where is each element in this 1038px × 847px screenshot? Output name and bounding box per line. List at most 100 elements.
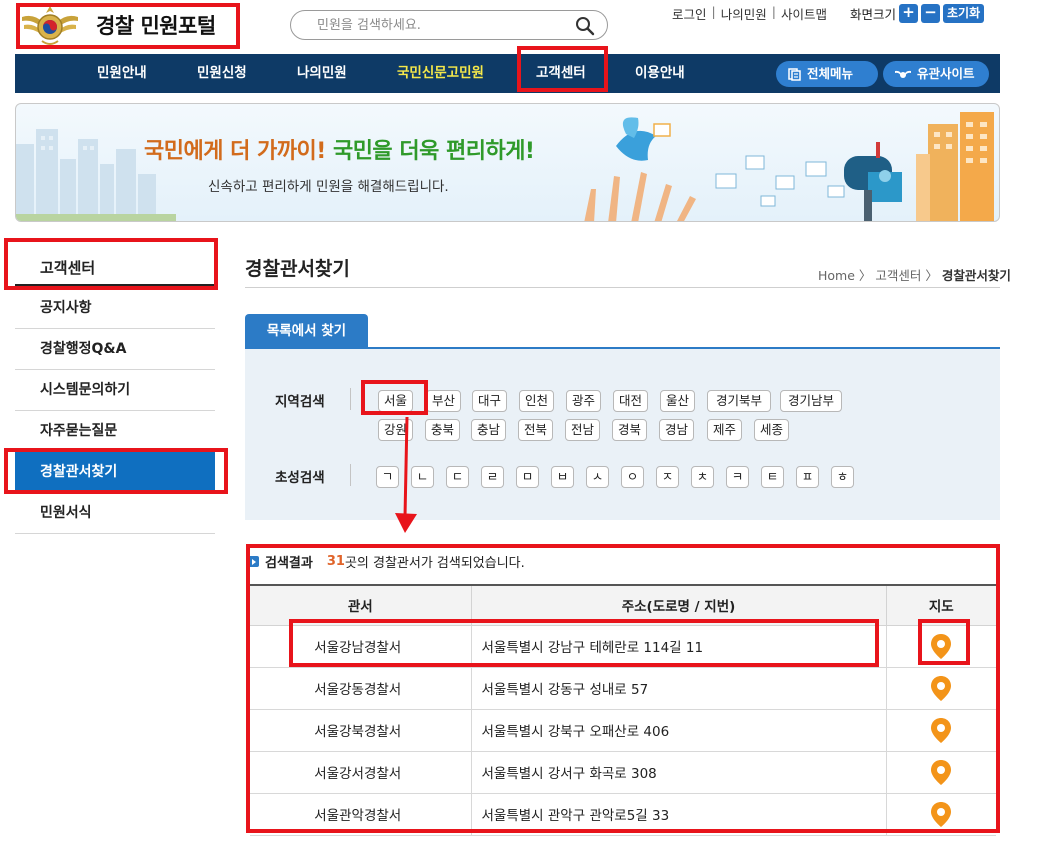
column-header-station: 관서 [250, 584, 472, 626]
station-name[interactable]: 서울강북경찰서 [250, 708, 472, 752]
initial-t[interactable]: ㅌ [761, 466, 784, 488]
region-seoul[interactable]: 서울 [378, 390, 413, 412]
sidebar-item-notices[interactable]: 공지사항 [15, 288, 215, 329]
nav-item-apply[interactable]: 민원신청 [197, 54, 247, 93]
map-cell [885, 624, 996, 668]
hero-banner: 국민에게 더 가까이! 국민을 더욱 편리하게! 신속하고 편리하게 민원을 해… [15, 103, 1000, 222]
sidebar-item-forms[interactable]: 민원서식 [15, 493, 215, 534]
sidebar-item-faq[interactable]: 자주묻는질문 [15, 411, 215, 452]
initial-ch[interactable]: ㅊ [691, 466, 714, 488]
main-nav: 민원안내 민원신청 나의민원 국민신문고민원 고객센터 이용안내 전체메뉴 유관… [15, 54, 1000, 93]
my-petitions-link[interactable]: 나의민원 [721, 4, 767, 23]
banner-title-part2: 국민을 더욱 편리하게! [332, 139, 535, 164]
police-emblem-icon [20, 3, 80, 47]
region-jeonnam[interactable]: 전남 [565, 419, 600, 441]
nav-item-epeople[interactable]: 국민신문고민원 [397, 54, 484, 93]
search-icon[interactable] [575, 16, 595, 36]
bullet-icon [248, 556, 259, 567]
results-label: 검색결과 [265, 556, 313, 571]
logo-text: 경찰 민원포털 [96, 14, 216, 38]
nav-item-customer-center[interactable]: 고객센터 [536, 54, 586, 93]
station-name[interactable]: 서울관악경찰서 [250, 792, 472, 836]
station-address: 서울특별시 강동구 성내로 57 [470, 666, 887, 710]
initial-r[interactable]: ㄹ [481, 466, 504, 488]
emblem-icon [895, 70, 911, 78]
initial-search-label: 초성검색 [275, 470, 325, 486]
filter-panel: 지역검색 서울 부산 대구 인천 광주 대전 울산 경기북부 경기남부 강원 충… [245, 349, 1000, 520]
font-decrease-button[interactable]: − [921, 4, 941, 23]
breadcrumb-separator: 〉 [925, 268, 938, 283]
sidebar-item-qna[interactable]: 경찰행정Q&A [15, 329, 215, 370]
results-suffix: 곳의 경찰관서가 검색되었습니다. [344, 556, 525, 571]
initial-s[interactable]: ㅅ [586, 466, 609, 488]
initial-j[interactable]: ㅈ [656, 466, 679, 488]
map-pin-icon[interactable] [930, 717, 952, 744]
region-daegu[interactable]: 대구 [472, 390, 507, 412]
font-reset-button[interactable]: 초기화 [943, 4, 985, 23]
initial-d[interactable]: ㄷ [446, 466, 469, 488]
region-incheon[interactable]: 인천 [519, 390, 554, 412]
region-jeonbuk[interactable]: 전북 [518, 419, 553, 441]
related-sites-label: 유관사이트 [917, 66, 975, 81]
nav-item-my-petitions[interactable]: 나의민원 [297, 54, 347, 93]
sidebar-item-find-station[interactable]: 경찰관서찾기 [15, 452, 215, 493]
station-name[interactable]: 서울강동경찰서 [250, 666, 472, 710]
station-name[interactable]: 서울강서경찰서 [250, 750, 472, 794]
region-gyeonggi-north[interactable]: 경기북부 [707, 390, 771, 412]
region-search-label: 지역검색 [275, 394, 325, 410]
nav-item-guide[interactable]: 민원안내 [97, 54, 147, 93]
region-gyeongnam[interactable]: 경남 [659, 419, 694, 441]
breadcrumb-current: 경찰관서찾기 [941, 268, 1011, 283]
map-cell [885, 792, 996, 836]
tab-list-search[interactable]: 목록에서 찾기 [245, 314, 368, 348]
sidebar-item-system-inquiry[interactable]: 시스템문의하기 [15, 370, 215, 411]
title-divider [245, 287, 1000, 288]
search-bar[interactable] [290, 10, 608, 40]
sidebar-heading[interactable]: 고객센터 [15, 240, 215, 286]
breadcrumb-home[interactable]: Home [818, 268, 855, 283]
initial-m[interactable]: ㅁ [516, 466, 539, 488]
region-ulsan[interactable]: 울산 [660, 390, 695, 412]
all-menu-button[interactable]: 전체메뉴 [776, 61, 878, 87]
region-busan[interactable]: 부산 [426, 390, 461, 412]
region-daejeon[interactable]: 대전 [613, 390, 648, 412]
related-sites-button[interactable]: 유관사이트 [883, 61, 989, 87]
region-gwangju[interactable]: 광주 [566, 390, 601, 412]
region-chungnam[interactable]: 충남 [471, 419, 506, 441]
breadcrumb-separator: 〉 [858, 268, 872, 283]
font-increase-button[interactable]: + [899, 4, 919, 23]
station-address: 서울특별시 강서구 화곡로 308 [470, 750, 887, 794]
results-count: 31 [326, 554, 345, 569]
separator: | [771, 4, 776, 19]
sitemap-link[interactable]: 사이트맵 [781, 4, 827, 23]
site-logo[interactable]: 경찰 민원포털 [20, 3, 238, 47]
map-pin-icon[interactable] [930, 801, 952, 828]
font-size-control: 화면크기 + − 초기화 [850, 4, 985, 23]
table-row: 서울관악경찰서 서울특별시 관악구 관악로5길 33 [250, 792, 996, 836]
breadcrumb-customer-center[interactable]: 고객센터 [875, 268, 921, 283]
initial-p[interactable]: ㅍ [796, 466, 819, 488]
column-header-map: 지도 [885, 584, 996, 626]
table-row: 서울강남경찰서 서울특별시 강남구 테헤란로 114길 11 [250, 624, 996, 668]
initial-b[interactable]: ㅂ [551, 466, 574, 488]
annotation-arrow [395, 416, 417, 533]
search-input[interactable] [317, 17, 567, 33]
station-name[interactable]: 서울강남경찰서 [250, 624, 472, 668]
map-pin-icon[interactable] [930, 675, 952, 702]
region-chungbuk[interactable]: 충북 [425, 419, 460, 441]
banner-subtitle: 신속하고 편리하게 민원을 해결해드립니다. [208, 179, 449, 195]
map-pin-icon[interactable] [930, 633, 952, 660]
region-gyeongbuk[interactable]: 경북 [612, 419, 647, 441]
initial-h[interactable]: ㅎ [831, 466, 854, 488]
results-summary: 검색결과 31 곳의 경찰관서가 검색되었습니다. [248, 552, 525, 571]
initial-ng[interactable]: ㅇ [621, 466, 644, 488]
region-sejong[interactable]: 세종 [754, 419, 789, 441]
login-link[interactable]: 로그인 [672, 4, 707, 23]
region-jeju[interactable]: 제주 [707, 419, 742, 441]
map-pin-icon[interactable] [930, 759, 952, 786]
utility-links: 로그인 | 나의민원 | 사이트맵 [672, 4, 827, 23]
nav-item-usage-guide[interactable]: 이용안내 [635, 54, 685, 93]
region-gyeonggi-south[interactable]: 경기남부 [780, 390, 842, 412]
table-row: 서울강서경찰서 서울특별시 강서구 화곡로 308 [250, 750, 996, 794]
initial-k[interactable]: ㅋ [726, 466, 749, 488]
